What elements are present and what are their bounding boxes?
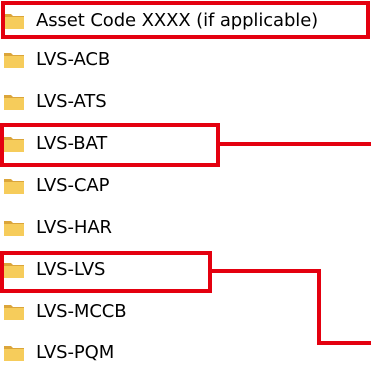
folder-icon [4, 346, 24, 361]
highlight-box-asset-code [1, 1, 370, 39]
folder-item-lvs-acb[interactable]: LVS-ACB [0, 43, 371, 77]
folder-item-lvs-mccb[interactable]: LVS-MCCB [0, 295, 371, 329]
folder-icon [4, 221, 24, 236]
highlight-connector-lvs-lvs-end [317, 341, 371, 345]
folder-item-label: LVS-CAP [36, 175, 110, 196]
highlight-box-lvs-bat [0, 123, 220, 167]
folder-icon [4, 53, 24, 68]
folder-icon [4, 179, 24, 194]
folder-item-lvs-cap[interactable]: LVS-CAP [0, 169, 371, 203]
highlight-connector-lvs-lvs-horizontal [212, 269, 319, 273]
folder-list: Asset Code XXXX (if applicable) LVS-ACB … [0, 0, 371, 368]
folder-icon [4, 95, 24, 110]
highlight-connector-lvs-lvs-vertical [317, 269, 321, 345]
folder-item-label: LVS-ACB [36, 49, 111, 70]
highlight-box-lvs-lvs [0, 251, 212, 293]
folder-item-lvs-har[interactable]: LVS-HAR [0, 211, 371, 245]
folder-item-label: LVS-HAR [36, 217, 112, 238]
folder-item-label: LVS-MCCB [36, 301, 127, 322]
folder-item-lvs-pqm[interactable]: LVS-PQM [0, 336, 371, 370]
folder-item-label: LVS-ATS [36, 91, 107, 112]
folder-icon [4, 305, 24, 320]
folder-item-label: LVS-PQM [36, 342, 115, 363]
folder-item-lvs-ats[interactable]: LVS-ATS [0, 85, 371, 119]
highlight-connector-lvs-bat [220, 142, 371, 146]
